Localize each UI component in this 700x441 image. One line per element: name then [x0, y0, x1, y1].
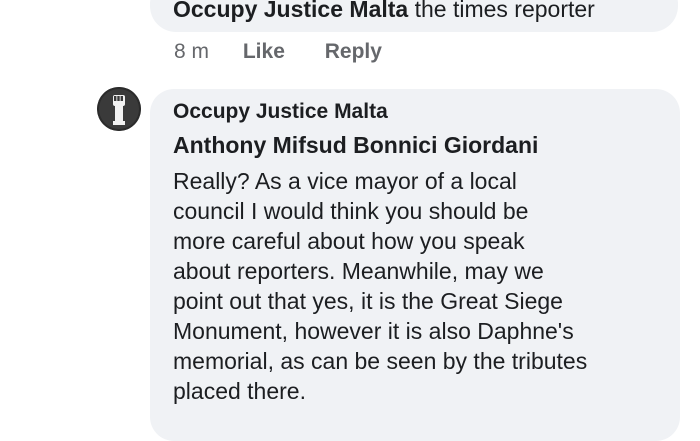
comment-line: about reporters. Meanwhile, may we	[173, 258, 544, 284]
raised-fist-icon	[97, 87, 141, 131]
comment-line: Really? As a vice mayor of a local	[173, 168, 517, 194]
comment-line: council I would think you should be	[173, 198, 529, 224]
comment-line: placed there.	[173, 378, 306, 404]
previous-comment-body: the times reporter	[414, 0, 595, 22]
comment-timestamp[interactable]: 8 m	[174, 38, 209, 66]
comment-line: more careful about how you speak	[173, 228, 525, 254]
comment-line: memorial, as can be seen by the tributes	[173, 348, 588, 374]
comment-line: point out that yes, it is the Great Sieg…	[173, 288, 563, 314]
comment-line: Monument, however it is also Daphne's	[173, 318, 574, 344]
avatar[interactable]	[97, 87, 141, 131]
previous-comment-text: Occupy Justice Malta the times reporter	[173, 0, 595, 24]
reply-button[interactable]: Reply	[325, 38, 382, 66]
mentioned-user[interactable]: Anthony Mifsud Bonnici Giordani	[173, 130, 538, 160]
comment-thread: Occupy Justice Malta the times reporter …	[0, 0, 700, 441]
comment-body: Really? As a vice mayor of a local counc…	[173, 166, 673, 406]
previous-comment-author[interactable]: Occupy Justice Malta	[173, 0, 408, 22]
comment-author[interactable]: Occupy Justice Malta	[173, 99, 388, 125]
like-button[interactable]: Like	[243, 38, 285, 66]
previous-comment-actions: 8 m Like Reply	[174, 38, 382, 66]
